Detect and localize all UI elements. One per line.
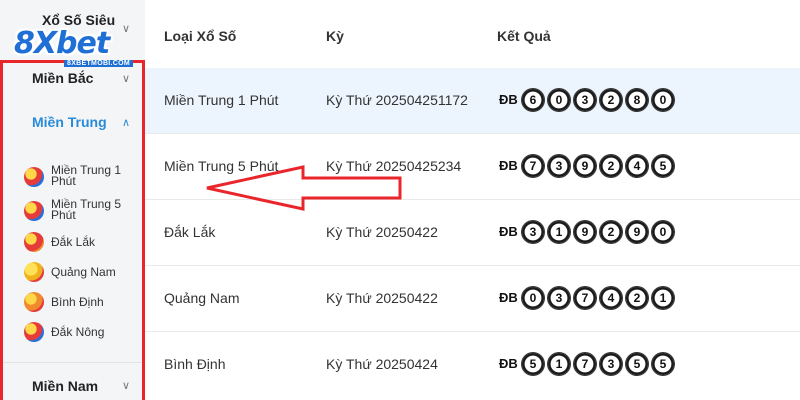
result-ball: 2	[600, 221, 622, 243]
result-ball: 7	[574, 287, 596, 309]
lottery-type: Đắk Lắk	[164, 224, 216, 240]
period: Kỳ Thứ 20250424	[326, 356, 438, 372]
prize-label: ĐB	[499, 290, 518, 305]
result-ball: 6	[522, 89, 544, 111]
results-table: Loại Xổ Số Kỳ Kết Quả Miền Trung 1 Phút …	[145, 0, 800, 400]
highlight-box	[0, 60, 145, 400]
prize-label: ĐB	[499, 356, 518, 371]
result-ball: 7	[522, 155, 544, 177]
table-row[interactable]: Quảng Nam Kỳ Thứ 20250422 ĐB 0 3 7 4 2 1	[145, 266, 800, 332]
result-ball: 2	[600, 89, 622, 111]
result-ball: 0	[548, 89, 570, 111]
result-ball: 3	[600, 353, 622, 375]
result-ball: 8	[626, 89, 648, 111]
lottery-type: Miền Trung 1 Phút	[164, 92, 279, 108]
chevron-down-icon: ∨	[122, 23, 131, 35]
brand-logo-subtitle: 8XBETMOBI.COM	[64, 60, 134, 67]
result-ball: 3	[548, 287, 570, 309]
result-ball: 2	[600, 155, 622, 177]
column-header-type: Loại Xổ Số	[164, 28, 237, 44]
result-ball: 0	[522, 287, 544, 309]
brand-logo: 8Xbet	[14, 26, 110, 61]
prize-label: ĐB	[499, 224, 518, 239]
result-balls: 3 1 9 2 9 0	[522, 221, 678, 243]
result-ball: 7	[574, 353, 596, 375]
result-ball: 0	[652, 89, 674, 111]
result-ball: 4	[626, 155, 648, 177]
result-ball: 5	[652, 353, 674, 375]
column-header-result: Kết Quả	[497, 28, 551, 44]
prize-label: ĐB	[499, 158, 518, 173]
result-ball: 3	[548, 155, 570, 177]
result-balls: 5 1 7 3 5 5	[522, 353, 678, 375]
lottery-type: Miền Trung 5 Phút	[164, 158, 279, 174]
result-ball: 1	[548, 353, 570, 375]
column-header-period: Kỳ	[326, 28, 344, 44]
table-row[interactable]: Bình Định Kỳ Thứ 20250424 ĐB 5 1 7 3 5 5	[145, 332, 800, 398]
period: Kỳ Thứ 202504251172	[326, 92, 468, 108]
result-balls: 6 0 3 2 8 0	[522, 89, 678, 111]
result-ball: 5	[522, 353, 544, 375]
result-ball: 9	[574, 221, 596, 243]
result-ball: 9	[626, 221, 648, 243]
result-balls: 7 3 9 2 4 5	[522, 155, 678, 177]
lottery-type: Quảng Nam	[164, 290, 240, 306]
table-row[interactable]: Miền Trung 5 Phút Kỳ Thứ 20250425234 ĐB …	[145, 134, 800, 200]
result-ball: 2	[626, 287, 648, 309]
result-ball: 4	[600, 287, 622, 309]
result-ball: 1	[652, 287, 674, 309]
result-ball: 9	[574, 155, 596, 177]
lottery-type: Bình Định	[164, 356, 226, 372]
result-ball: 3	[574, 89, 596, 111]
result-ball: 1	[548, 221, 570, 243]
period: Kỳ Thứ 20250422	[326, 224, 438, 240]
prize-label: ĐB	[499, 92, 518, 107]
result-ball: 5	[626, 353, 648, 375]
result-ball: 0	[652, 221, 674, 243]
result-balls: 0 3 7 4 2 1	[522, 287, 678, 309]
table-row[interactable]: Đắk Lắk Kỳ Thứ 20250422 ĐB 3 1 9 2 9 0	[145, 200, 800, 266]
table-header: Loại Xổ Số Kỳ Kết Quả	[145, 0, 800, 68]
period: Kỳ Thứ 20250425234	[326, 158, 462, 174]
result-ball: 3	[522, 221, 544, 243]
result-ball: 5	[652, 155, 674, 177]
table-row[interactable]: Miền Trung 1 Phút Kỳ Thứ 202504251172 ĐB…	[145, 68, 800, 134]
period: Kỳ Thứ 20250422	[326, 290, 438, 306]
